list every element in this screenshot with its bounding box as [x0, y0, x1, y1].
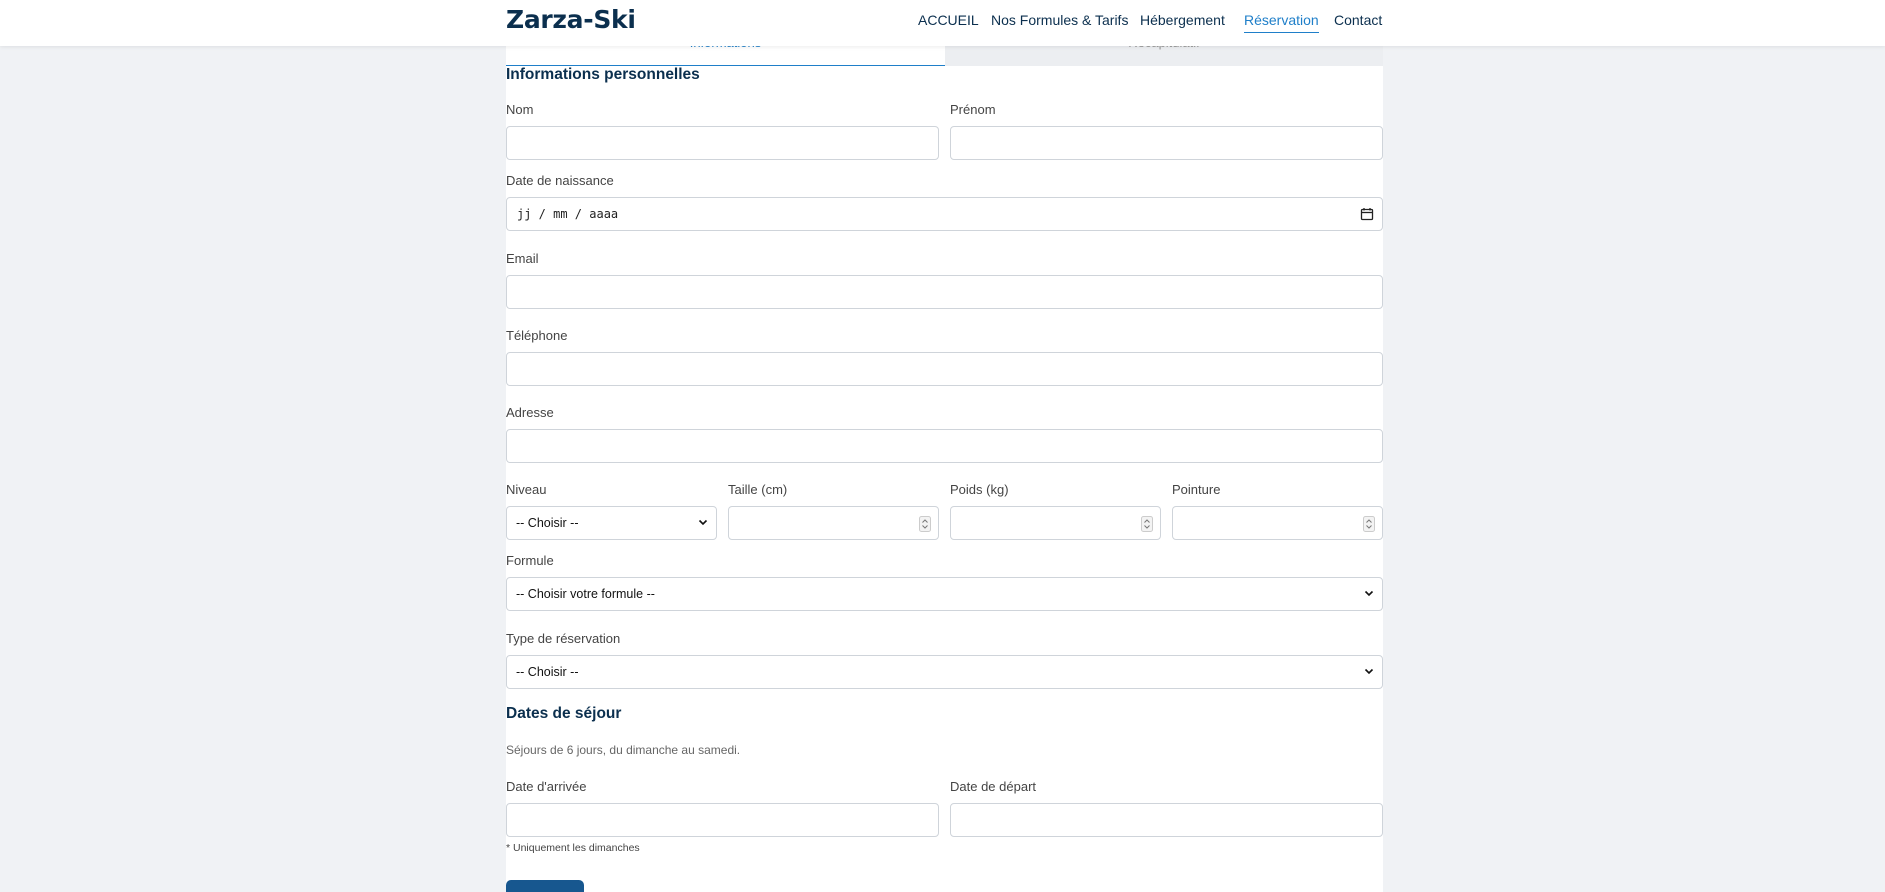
formule-select[interactable]: -- Choisir votre formule -- [506, 577, 1383, 611]
arrival-date-input[interactable] [506, 803, 939, 837]
chevron-down-icon [1364, 668, 1374, 675]
nom-label: Nom [506, 102, 534, 117]
pointure-label: Pointure [1172, 482, 1221, 497]
submit-button[interactable] [506, 880, 584, 892]
prenom-input[interactable] [950, 126, 1383, 160]
type-select[interactable]: -- Choisir -- [506, 655, 1383, 689]
email-input[interactable] [506, 275, 1383, 309]
site-header: Zarza-Ski ACCUEIL Nos Formules & Tarifs … [0, 0, 1885, 46]
stay-dates-title: Dates de séjour [506, 705, 622, 722]
spinner-icon[interactable] [1363, 516, 1375, 532]
niveau-label: Niveau [506, 482, 547, 497]
niveau-selected: -- Choisir -- [516, 516, 579, 530]
nav-reservation[interactable]: Réservation [1244, 12, 1319, 33]
stay-hint: Séjours de 6 jours, du dimanche au samed… [506, 743, 741, 757]
address-input[interactable] [506, 429, 1383, 463]
spinner-icon[interactable] [1141, 516, 1153, 532]
departure-label: Date de départ [950, 779, 1037, 794]
dob-input[interactable]: jj / mm / aaaa [506, 197, 1383, 231]
taille-input[interactable] [728, 506, 939, 540]
nav-formules-tarifs[interactable]: Nos Formules & Tarifs [991, 12, 1128, 32]
chevron-down-icon [698, 519, 708, 526]
type-label: Type de réservation [506, 631, 621, 646]
prenom-label: Prénom [950, 102, 996, 117]
dob-placeholder: jj / mm / aaaa [517, 207, 619, 221]
type-selected: -- Choisir -- [516, 665, 579, 679]
formule-selected: -- Choisir votre formule -- [516, 587, 655, 601]
nav-contact[interactable]: Contact [1334, 12, 1382, 32]
phone-input[interactable] [506, 352, 1383, 386]
nav-hebergement[interactable]: Hébergement [1140, 12, 1225, 32]
reservation-form-panel: Informations Récapitulatif Informations … [506, 38, 1383, 892]
poids-input[interactable] [950, 506, 1161, 540]
chevron-down-icon [1364, 590, 1374, 597]
phone-label: Téléphone [506, 328, 568, 343]
nom-input[interactable] [506, 126, 939, 160]
email-label: Email [506, 251, 539, 266]
sunday-note: * Uniquement les dimanches [506, 842, 640, 854]
niveau-select[interactable]: -- Choisir -- [506, 506, 717, 540]
pointure-input[interactable] [1172, 506, 1383, 540]
site-logo[interactable]: Zarza-Ski [506, 5, 636, 34]
poids-label: Poids (kg) [950, 482, 1009, 497]
calendar-icon[interactable] [1360, 207, 1374, 221]
taille-label: Taille (cm) [728, 482, 788, 497]
spinner-icon[interactable] [919, 516, 931, 532]
departure-date-input[interactable] [950, 803, 1383, 837]
dob-label: Date de naissance [506, 173, 614, 188]
arrival-label: Date d'arrivée [506, 779, 587, 794]
address-label: Adresse [506, 405, 554, 420]
nav-accueil[interactable]: ACCUEIL [918, 12, 979, 32]
personal-info-title: Informations personnelles [506, 66, 700, 83]
formule-label: Formule [506, 553, 554, 568]
